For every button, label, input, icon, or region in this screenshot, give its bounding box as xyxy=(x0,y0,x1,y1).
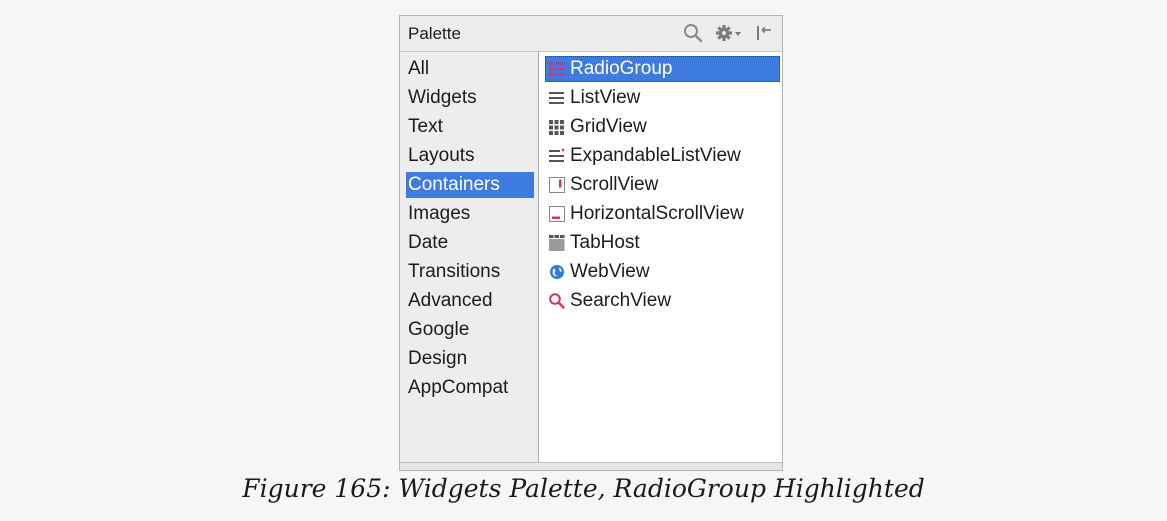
category-list: All Widgets Text Layouts Containers Imag… xyxy=(400,52,539,462)
widget-label: WebView xyxy=(570,261,650,282)
category-layouts[interactable]: Layouts xyxy=(406,143,534,169)
widget-label: ExpandableListView xyxy=(570,145,741,166)
category-widgets[interactable]: Widgets xyxy=(406,85,534,111)
horizontalscrollview-icon xyxy=(548,205,566,223)
widget-label: SearchView xyxy=(570,290,672,311)
widget-scrollview[interactable]: ScrollView xyxy=(545,172,780,198)
widget-label: RadioGroup xyxy=(570,58,673,79)
listview-icon xyxy=(548,89,566,107)
radiogroup-icon xyxy=(548,60,566,78)
category-design[interactable]: Design xyxy=(406,346,534,372)
widget-searchview[interactable]: SearchView xyxy=(545,288,780,314)
palette-panel: Palette All Widgets Text Layouts Contain… xyxy=(399,15,783,471)
widget-listview[interactable]: ListView xyxy=(545,85,780,111)
widget-list: RadioGroup ListView GridView ExpandableL… xyxy=(539,52,782,462)
widget-webview[interactable]: WebView xyxy=(545,259,780,285)
webview-icon xyxy=(548,263,566,281)
gear-dropdown-icon[interactable] xyxy=(714,22,744,44)
widget-expandablelistview[interactable]: ExpandableListView xyxy=(545,143,780,169)
search-icon[interactable] xyxy=(682,22,704,44)
widget-radiogroup[interactable]: RadioGroup xyxy=(545,56,780,82)
searchview-icon xyxy=(548,292,566,310)
palette-title: Palette xyxy=(408,24,461,43)
category-text[interactable]: Text xyxy=(406,114,534,140)
palette-footer xyxy=(400,462,782,470)
widget-tabhost[interactable]: TabHost xyxy=(545,230,780,256)
widget-gridview[interactable]: GridView xyxy=(545,114,780,140)
palette-header: Palette xyxy=(400,16,782,52)
widget-label: TabHost xyxy=(570,232,640,253)
scrollview-icon xyxy=(548,176,566,194)
widget-label: ListView xyxy=(570,87,641,108)
category-all[interactable]: All xyxy=(406,56,534,82)
category-appcompat[interactable]: AppCompat xyxy=(406,375,534,401)
hide-panel-icon[interactable] xyxy=(754,22,774,44)
widget-label: ScrollView xyxy=(570,174,659,195)
gridview-icon xyxy=(548,118,566,136)
category-images[interactable]: Images xyxy=(406,201,534,227)
widget-label: GridView xyxy=(570,116,647,137)
figure-caption: Figure 165: Widgets Palette, RadioGroup … xyxy=(242,474,925,503)
category-containers[interactable]: Containers xyxy=(406,172,534,198)
widget-label: HorizontalScrollView xyxy=(570,203,744,224)
widget-horizontalscrollview[interactable]: HorizontalScrollView xyxy=(545,201,780,227)
expandablelistview-icon xyxy=(548,147,566,165)
category-date[interactable]: Date xyxy=(406,230,534,256)
tabhost-icon xyxy=(548,234,566,252)
category-advanced[interactable]: Advanced xyxy=(406,288,534,314)
category-google[interactable]: Google xyxy=(406,317,534,343)
category-transitions[interactable]: Transitions xyxy=(406,259,534,285)
